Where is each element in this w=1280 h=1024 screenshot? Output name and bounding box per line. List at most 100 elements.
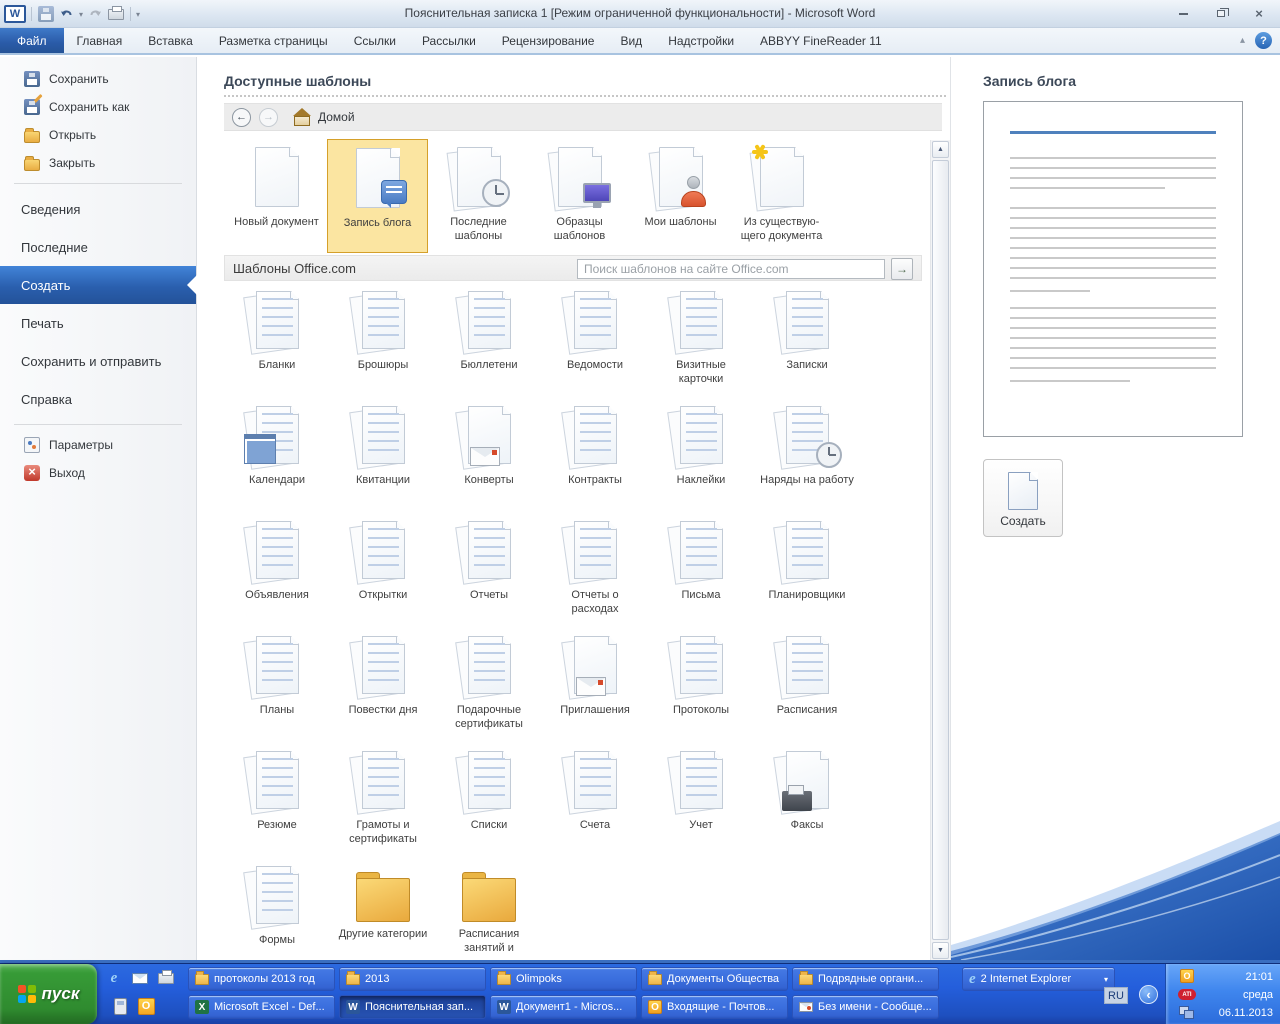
- sidebar-item-options[interactable]: Параметры: [0, 431, 196, 459]
- template-work-orders[interactable]: Наряды на работу: [754, 402, 860, 517]
- template-statements[interactable]: Ведомости: [542, 287, 648, 402]
- tray-network-icon[interactable]: [1179, 1006, 1194, 1019]
- template-forms[interactable]: Формы: [224, 862, 330, 960]
- template-reports[interactable]: Отчеты: [436, 517, 542, 632]
- template-contracts[interactable]: Контракты: [542, 402, 648, 517]
- template-receipts[interactable]: Квитанции: [330, 402, 436, 517]
- scroll-down-icon[interactable]: ▼: [932, 942, 949, 959]
- template-lesson-schedules[interactable]: Расписания занятий и: [436, 862, 542, 960]
- tab-view[interactable]: Вид: [607, 28, 655, 53]
- template-invitations[interactable]: Приглашения: [542, 632, 648, 747]
- sidebar-item-open[interactable]: Открыть: [0, 121, 196, 149]
- template-faxes[interactable]: Факсы: [754, 747, 860, 862]
- template-announcements[interactable]: Объявления: [224, 517, 330, 632]
- template-envelopes[interactable]: Конверты: [436, 402, 542, 517]
- scrollbar-thumb[interactable]: [932, 160, 949, 940]
- tab-addins[interactable]: Надстройки: [655, 28, 747, 53]
- restore-button[interactable]: [1208, 6, 1234, 21]
- template-invoices[interactable]: Счета: [542, 747, 648, 862]
- scroll-up-icon[interactable]: ▲: [932, 141, 949, 158]
- collapse-ribbon-icon[interactable]: ▴: [1240, 35, 1245, 46]
- sidebar-item-exit[interactable]: Выход: [0, 459, 196, 487]
- tab-mailings[interactable]: Рассылки: [409, 28, 489, 53]
- template-gift-certificates[interactable]: Подарочные сертификаты: [436, 632, 542, 747]
- tab-review[interactable]: Рецензирование: [489, 28, 608, 53]
- taskbar-button-folder[interactable]: Olimpoks: [490, 967, 637, 991]
- help-icon[interactable]: ?: [1255, 32, 1272, 49]
- taskbar-button-new-message[interactable]: Без имени - Сообще...: [792, 995, 939, 1019]
- template-search-input[interactable]: [577, 259, 885, 279]
- quicklaunch-outlook[interactable]: [136, 996, 156, 1016]
- quicklaunch-internet-explorer[interactable]: [104, 968, 124, 988]
- template-planners[interactable]: Планировщики: [754, 517, 860, 632]
- tab-home[interactable]: Главная: [64, 28, 136, 53]
- create-button[interactable]: Создать: [983, 459, 1063, 537]
- template-brochures[interactable]: Брошюры: [330, 287, 436, 402]
- template-more-categories[interactable]: Другие категории: [330, 862, 436, 960]
- template-schedules[interactable]: Расписания: [754, 632, 860, 747]
- sidebar-item-close[interactable]: Закрыть: [0, 149, 196, 177]
- back-icon[interactable]: ←: [232, 108, 251, 127]
- minimize-button[interactable]: [1170, 6, 1196, 21]
- tray-ati-icon[interactable]: [1178, 989, 1196, 1000]
- group-dropdown-icon[interactable]: ▾: [1104, 975, 1108, 984]
- template-new-document[interactable]: Новый документ: [226, 139, 327, 253]
- language-indicator[interactable]: RU: [1104, 987, 1128, 1004]
- quicklaunch-outlook-express[interactable]: [130, 968, 150, 988]
- tab-abbyy-finereader[interactable]: ABBYY FineReader 11: [747, 28, 895, 53]
- taskbar-button-folder[interactable]: 2013: [339, 967, 486, 991]
- home-icon[interactable]: [294, 110, 310, 124]
- tab-page-layout[interactable]: Разметка страницы: [206, 28, 341, 53]
- template-minutes[interactable]: Протоколы: [648, 632, 754, 747]
- template-letters[interactable]: Письма: [648, 517, 754, 632]
- taskbar-button-word[interactable]: Документ1 - Micros...: [490, 995, 637, 1019]
- sidebar-item-new[interactable]: Создать: [0, 266, 196, 304]
- template-memos[interactable]: Записки: [754, 287, 860, 402]
- template-accounting[interactable]: Учет: [648, 747, 754, 862]
- home-label[interactable]: Домой: [318, 110, 355, 124]
- taskbar-button-folder[interactable]: Документы Общества: [641, 967, 788, 991]
- sidebar-item-print[interactable]: Печать: [0, 304, 196, 342]
- tray-collapse-icon[interactable]: ‹: [1139, 985, 1158, 1004]
- search-go-icon[interactable]: →: [891, 258, 913, 280]
- tab-file[interactable]: Файл: [0, 28, 64, 53]
- start-button[interactable]: пуск: [0, 964, 97, 1024]
- taskbar-button-outlook-inbox[interactable]: Входящие - Почтов...: [641, 995, 788, 1019]
- tray-outlook-icon[interactable]: [1180, 969, 1194, 983]
- quicklaunch-calculator[interactable]: [110, 996, 130, 1016]
- template-certificates[interactable]: Грамоты и сертификаты: [330, 747, 436, 862]
- sidebar-item-save[interactable]: Сохранить: [0, 65, 196, 93]
- taskbar-button-word-active[interactable]: Пояснительная зап...: [339, 995, 486, 1019]
- template-expense-reports[interactable]: Отчеты о расходах: [542, 517, 648, 632]
- tab-references[interactable]: Ссылки: [341, 28, 409, 53]
- template-sample-templates[interactable]: Образцы шаблонов: [529, 139, 630, 253]
- template-from-existing[interactable]: Из существую- щего документа: [731, 139, 832, 253]
- sidebar-item-help[interactable]: Справка: [0, 380, 196, 418]
- taskbar-button-folder[interactable]: Подрядные органи...: [792, 967, 939, 991]
- taskbar-button-internet-explorer-group[interactable]: 2 Internet Explorer▾: [962, 967, 1115, 991]
- template-plans[interactable]: Планы: [224, 632, 330, 747]
- taskbar-button-folder[interactable]: протоколы 2013 год: [188, 967, 335, 991]
- template-business-cards[interactable]: Визитные карточки: [648, 287, 754, 402]
- sidebar-item-save-and-send[interactable]: Сохранить и отправить: [0, 342, 196, 380]
- template-recent-templates[interactable]: Последние шаблоны: [428, 139, 529, 253]
- template-lists[interactable]: Списки: [436, 747, 542, 862]
- forward-icon[interactable]: →: [259, 108, 278, 127]
- template-blog-post[interactable]: Запись блога: [327, 139, 428, 253]
- sidebar-item-info[interactable]: Сведения: [0, 190, 196, 228]
- close-button[interactable]: ×: [1246, 6, 1272, 21]
- template-labels[interactable]: Наклейки: [648, 402, 754, 517]
- vertical-scrollbar[interactable]: ▲ ▼: [930, 140, 950, 960]
- template-calendars[interactable]: Календари: [224, 402, 330, 517]
- template-letterheads[interactable]: Бланки: [224, 287, 330, 402]
- taskbar-button-excel[interactable]: Microsoft Excel - Def...: [188, 995, 335, 1019]
- quicklaunch-printer[interactable]: [156, 968, 176, 988]
- sidebar-item-recent[interactable]: Последние: [0, 228, 196, 266]
- sidebar-item-save-as[interactable]: Сохранить как: [0, 93, 196, 121]
- template-agendas[interactable]: Повестки дня: [330, 632, 436, 747]
- template-resumes[interactable]: Резюме: [224, 747, 330, 862]
- template-my-templates[interactable]: Мои шаблоны: [630, 139, 731, 253]
- template-newsletters[interactable]: Бюллетени: [436, 287, 542, 402]
- tab-insert[interactable]: Вставка: [135, 28, 206, 53]
- template-postcards[interactable]: Открытки: [330, 517, 436, 632]
